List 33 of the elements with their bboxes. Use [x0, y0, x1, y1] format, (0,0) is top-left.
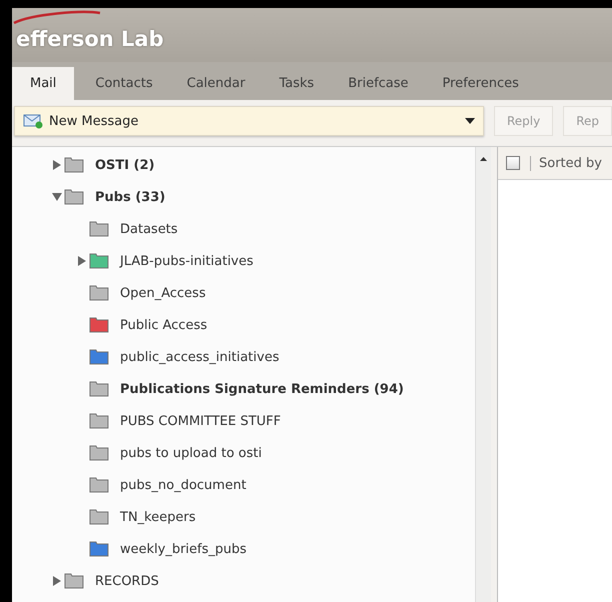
logo-swoosh-icon [12, 10, 102, 24]
tab[interactable]: Contacts [82, 67, 166, 100]
folder-item[interactable]: Publications Signature Reminders (94) [120, 382, 404, 396]
scroll-up-icon[interactable] [480, 157, 487, 161]
new-message-button[interactable]: New Message [14, 106, 484, 136]
tab[interactable]: Tasks [266, 67, 328, 100]
folder-item[interactable]: RECORDS [95, 574, 159, 588]
tab[interactable]: Preferences [429, 67, 532, 100]
collapsed-arrow-icon[interactable] [52, 160, 62, 170]
expanded-arrow-icon[interactable] [52, 192, 62, 202]
folder-item[interactable]: TN_keepers [120, 510, 196, 524]
folder-item[interactable]: Public Access [120, 318, 208, 332]
folder-item[interactable]: pubs_no_document [120, 478, 246, 492]
tab[interactable]: Calendar [174, 67, 258, 100]
scrollbar[interactable] [475, 147, 491, 602]
folder-item[interactable]: PUBS COMMITTEE STUFF [120, 414, 281, 428]
envelope-plus-icon [23, 113, 43, 129]
select-all-checkbox[interactable] [506, 156, 520, 170]
collapsed-arrow-icon[interactable] [52, 576, 62, 586]
folder-item[interactable]: Pubs (33) [95, 190, 166, 204]
collapsed-arrow-icon[interactable] [77, 256, 87, 266]
folder-item[interactable]: public_access_initiatives [120, 350, 280, 364]
folder-item[interactable]: Open_Access [120, 286, 206, 300]
folder-item[interactable]: JLAB-pubs-initiatives [120, 254, 254, 268]
folder-item[interactable]: pubs to upload to osti [120, 446, 262, 460]
tab[interactable]: Mail [12, 67, 74, 100]
folder-item[interactable]: Datasets [120, 222, 178, 236]
folder-item[interactable]: OSTI (2) [95, 158, 155, 172]
folder-item[interactable]: weekly_briefs_pubs [120, 542, 247, 556]
sort-label[interactable]: Sorted by [530, 156, 602, 170]
logo-text: efferson Lab [16, 26, 164, 52]
caret-icon [464, 118, 475, 124]
tab[interactable]: Briefcase [335, 67, 422, 100]
